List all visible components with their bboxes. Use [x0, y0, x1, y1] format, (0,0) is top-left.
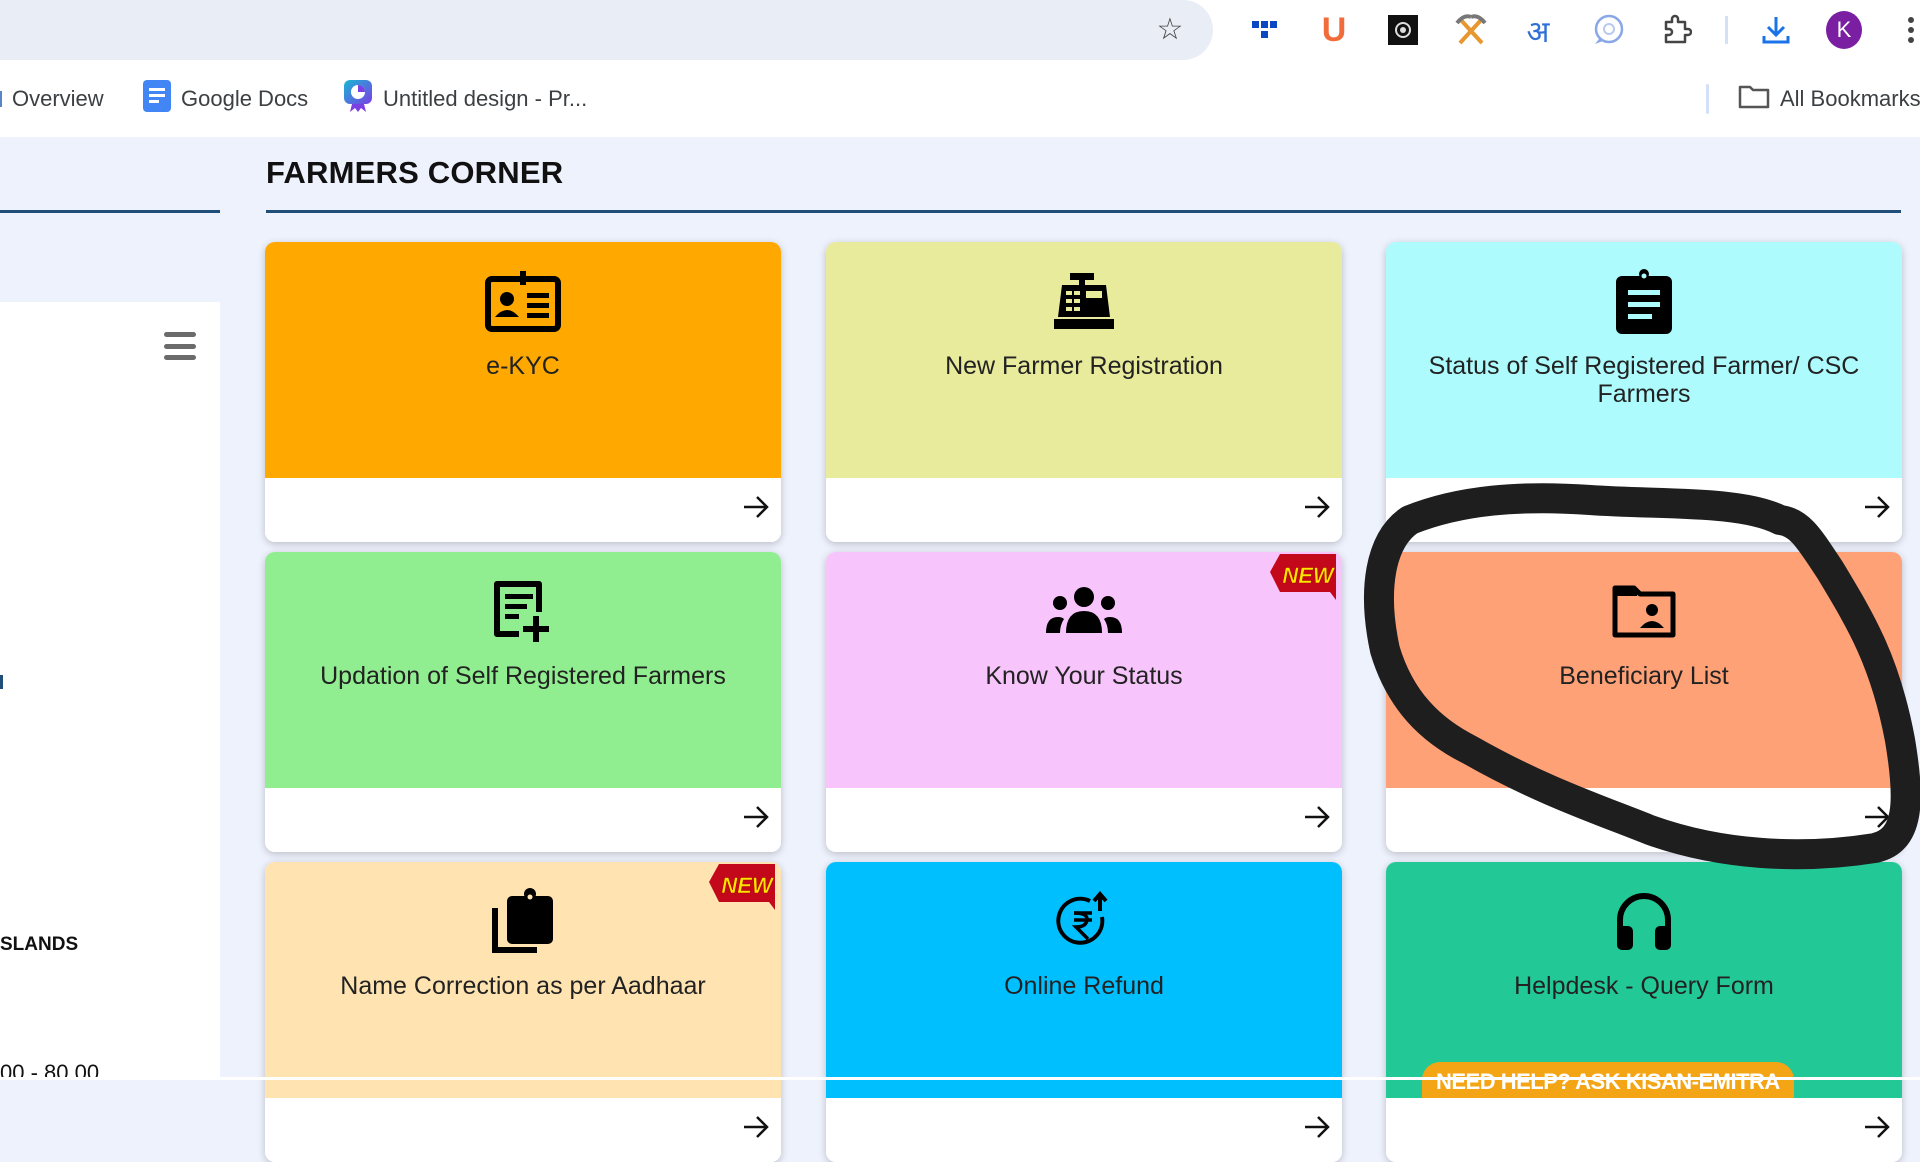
- chat-extension-icon[interactable]: [1590, 12, 1626, 48]
- bookmark-overview[interactable]: Overview: [0, 82, 104, 116]
- card-footer: [826, 478, 1342, 542]
- arrow-right-icon[interactable]: [1862, 492, 1892, 522]
- u-extension-label: U: [1321, 10, 1347, 49]
- folder-icon: [1738, 83, 1770, 115]
- ask-kisan-emitra-button[interactable]: NEED HELP? ASK KISAN-EMITRA: [1422, 1062, 1794, 1102]
- hindi-extension-icon[interactable]: अ: [1520, 12, 1556, 49]
- arrow-right-icon[interactable]: [1302, 492, 1332, 522]
- clipboard-list-icon: [1604, 266, 1684, 336]
- card-footer: [265, 478, 781, 542]
- u-extension-icon[interactable]: U: [1316, 10, 1352, 49]
- arrow-right-icon[interactable]: [1302, 1112, 1332, 1142]
- hamburger-icon[interactable]: [164, 332, 196, 360]
- svg-text:NEW: NEW: [1282, 563, 1336, 588]
- page-title: FARMERS CORNER: [266, 155, 564, 190]
- card-label: Helpdesk - Query Form: [1514, 972, 1774, 1000]
- card-label: Status of Self Registered Farmer/ CSC Fa…: [1428, 352, 1860, 408]
- puzzle-extensions-icon[interactable]: [1658, 12, 1694, 48]
- card-footer: [265, 1098, 781, 1162]
- sidebar-range-text: 00 - 80.00: [0, 1060, 100, 1085]
- ai-extension-icon[interactable]: [1385, 12, 1421, 48]
- pickaxe-extension-icon[interactable]: [1453, 12, 1489, 48]
- arrow-right-icon[interactable]: [1302, 802, 1332, 832]
- bookmark-label: Google Docs: [181, 86, 309, 111]
- card-body: Updation of Self Registered Farmers: [265, 552, 781, 788]
- rupee-refund-icon: [1044, 886, 1124, 956]
- arrow-right-icon[interactable]: [741, 1112, 771, 1142]
- bookmark-untitled-design[interactable]: Untitled design - Pr...: [343, 79, 588, 119]
- google-docs-icon: [143, 80, 171, 118]
- card-helpdesk-query-form[interactable]: Helpdesk - Query Form NEED HELP? ASK KISA…: [1386, 862, 1902, 1162]
- card-footer: [1386, 788, 1902, 852]
- bookmarks-bar: Overview Google Docs Untitled design - P…: [0, 60, 1920, 137]
- card-body: Status of Self Registered Farmer/ CSC Fa…: [1386, 242, 1902, 478]
- all-bookmarks-label: All Bookmarks: [1780, 86, 1920, 111]
- card-footer: [826, 1098, 1342, 1162]
- card-body: Beneficiary List: [1386, 552, 1902, 788]
- sidebar-panel: SLANDS 00 - 80.00: [0, 302, 220, 1085]
- avatar[interactable]: K: [1826, 11, 1862, 49]
- card-status-of-self-registered-farmer-csc-farmers[interactable]: Status of Self Registered Farmer/ CSC Fa…: [1386, 242, 1902, 542]
- card-know-your-status[interactable]: Know Your Status NEW: [826, 552, 1342, 852]
- card-new-farmer-registration[interactable]: New Farmer Registration: [826, 242, 1342, 542]
- hindi-extension-label: अ: [1526, 15, 1550, 49]
- card-footer: [265, 788, 781, 852]
- card-footer: [826, 788, 1342, 852]
- page-content: SLANDS 00 - 80.00 FARMERS CORNER e-KYC Ne…: [0, 137, 1920, 1162]
- card-beneficiary-list[interactable]: Beneficiary List: [1386, 552, 1902, 852]
- note-add-icon: [483, 576, 563, 646]
- card-label: Know Your Status: [985, 662, 1183, 690]
- star-icon[interactable]: ☆: [1153, 13, 1187, 47]
- arrow-right-icon[interactable]: [1862, 802, 1892, 832]
- card-label: New Farmer Registration: [945, 352, 1223, 380]
- card-online-refund[interactable]: Online Refund: [826, 862, 1342, 1162]
- card-footer: [1386, 478, 1902, 542]
- card-body: New Farmer Registration: [826, 242, 1342, 478]
- card-e-kyc[interactable]: e-KYC: [265, 242, 781, 542]
- address-bar[interactable]: [0, 0, 1213, 60]
- group-icon: [1044, 576, 1124, 646]
- sidebar-state-text: SLANDS: [0, 934, 79, 955]
- overview-icon: [0, 91, 2, 107]
- more-vert-icon[interactable]: [1893, 12, 1920, 48]
- all-bookmarks-button[interactable]: All Bookmarks: [1738, 82, 1920, 116]
- card-footer: [1386, 1098, 1902, 1162]
- toolbar-separator: [1725, 16, 1728, 44]
- canva-icon: [343, 79, 373, 119]
- arrow-right-icon[interactable]: [741, 802, 771, 832]
- card-body: e-KYC: [265, 242, 781, 478]
- arrow-right-icon[interactable]: [741, 492, 771, 522]
- card-label: Beneficiary List: [1559, 662, 1729, 690]
- card-body: Helpdesk - Query Form NEED HELP? ASK KISA…: [1386, 862, 1902, 1102]
- cash-register-icon: [1044, 266, 1124, 336]
- arrow-right-icon[interactable]: [1862, 1112, 1892, 1142]
- dots-extension-icon[interactable]: [1247, 12, 1283, 48]
- id-card-icon: [483, 266, 563, 336]
- folder-user-icon: [1604, 576, 1684, 646]
- bookmark-google-docs[interactable]: Google Docs: [143, 80, 309, 118]
- card-label: Name Correction as per Aadhaar: [340, 972, 706, 1000]
- card-name-correction-as-per-aadhaar[interactable]: Name Correction as per Aadhaar NEW: [265, 862, 781, 1162]
- browser-toolbar: ☆ U अ K: [0, 0, 1920, 60]
- download-icon[interactable]: [1758, 12, 1794, 48]
- new-badge: NEW: [1270, 552, 1342, 602]
- card-label: Updation of Self Registered Farmers: [320, 662, 726, 690]
- copy-clipboard-icon: [483, 886, 563, 956]
- card-body: Know Your Status: [826, 552, 1342, 788]
- bookmark-label: Overview: [12, 86, 104, 111]
- card-label: e-KYC: [486, 352, 560, 380]
- card-body: Name Correction as per Aadhaar: [265, 862, 781, 1098]
- headphones-icon: [1604, 886, 1684, 956]
- new-badge: NEW: [709, 862, 781, 912]
- title-divider: [266, 210, 1901, 213]
- card-label: Online Refund: [1004, 972, 1164, 1000]
- bookmarks-separator: [1706, 84, 1709, 114]
- svg-text:NEW: NEW: [721, 873, 775, 898]
- profile-initial: K: [1826, 11, 1862, 49]
- sidebar-active-marker: [0, 675, 3, 689]
- sidebar-divider: [0, 210, 220, 213]
- card-body: Online Refund: [826, 862, 1342, 1098]
- card-updation-of-self-registered-farmers[interactable]: Updation of Self Registered Farmers: [265, 552, 781, 852]
- bookmark-label: Untitled design - Pr...: [383, 86, 588, 111]
